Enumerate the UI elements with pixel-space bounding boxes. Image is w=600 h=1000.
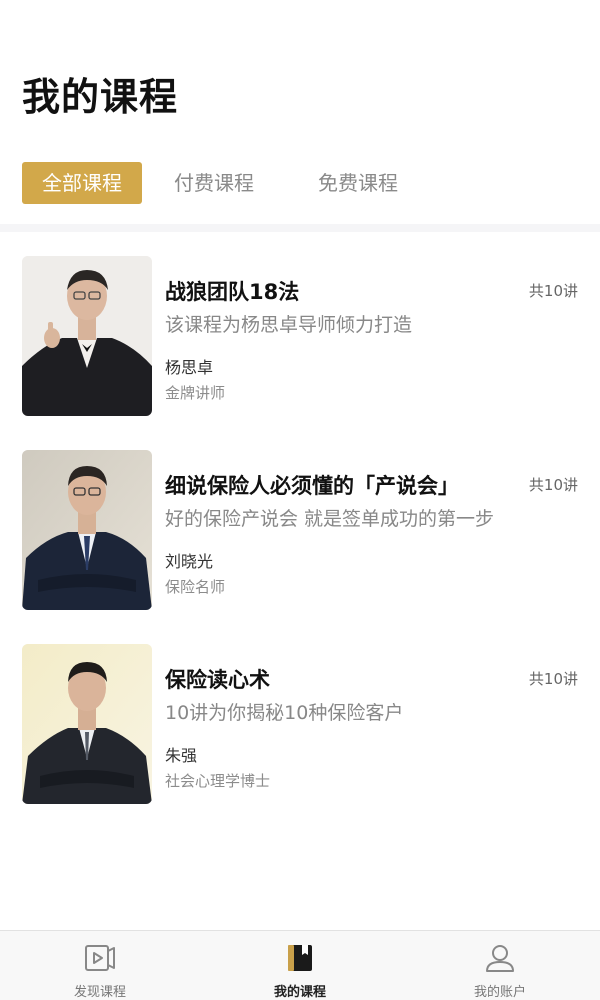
tab-free-courses[interactable]: 免费课程 (298, 162, 418, 204)
teacher-title: 保险名师 (165, 578, 226, 596)
teacher-name: 杨思卓 (165, 358, 214, 377)
course-title: 战狼团队18法 (165, 280, 300, 304)
course-item[interactable]: 战狼团队18法 共10讲 该课程为杨思卓导师倾力打造 杨思卓 金牌讲师 (0, 256, 600, 416)
lesson-count: 共10讲 (528, 282, 578, 300)
course-thumbnail (22, 256, 152, 416)
course-list: 战狼团队18法 共10讲 该课程为杨思卓导师倾力打造 杨思卓 金牌讲师 细说保险… (0, 256, 600, 838)
instructor-portrait (22, 450, 152, 610)
course-title: 保险读心术 (165, 668, 270, 692)
tabbar-my-courses[interactable]: 我的课程 (200, 931, 400, 1000)
video-play-icon (84, 943, 116, 973)
instructor-portrait (22, 256, 152, 416)
tab-all-courses[interactable]: 全部课程 (22, 162, 142, 204)
tabbar-label: 我的账户 (473, 985, 526, 1000)
tabbar-my-account[interactable]: 我的账户 (400, 931, 600, 1000)
tabbar-label: 发现课程 (73, 985, 126, 1000)
course-description: 好的保险产说会 就是签单成功的第一步 (165, 508, 495, 530)
lesson-count: 共10讲 (528, 670, 578, 688)
bottom-tab-bar: 发现课程 我的课程 我的账户 (0, 930, 600, 1000)
user-icon (484, 943, 516, 973)
teacher-title: 社会心理学博士 (165, 772, 271, 790)
lesson-count: 共10讲 (528, 476, 578, 494)
teacher-title: 金牌讲师 (165, 384, 226, 402)
page-title: 我的课程 (22, 75, 179, 119)
tabbar-label: 我的课程 (273, 985, 326, 1000)
course-item[interactable]: 细说保险人必须懂的「产说会」 共10讲 好的保险产说会 就是签单成功的第一步 刘… (0, 450, 600, 610)
course-title: 细说保险人必须懂的「产说会」 (165, 474, 459, 498)
section-divider (0, 224, 600, 232)
course-description: 该课程为杨思卓导师倾力打造 (165, 314, 413, 336)
teacher-name: 朱强 (165, 746, 198, 765)
book-icon (284, 943, 316, 973)
course-thumbnail (22, 450, 152, 610)
teacher-name: 刘晓光 (165, 552, 214, 571)
course-thumbnail (22, 644, 152, 804)
instructor-portrait (22, 644, 152, 804)
tab-paid-courses[interactable]: 付费课程 (154, 162, 274, 204)
tabbar-discover-courses[interactable]: 发现课程 (0, 931, 200, 1000)
course-filter-tabs: 全部课程 付费课程 免费课程 (22, 162, 418, 204)
course-description: 10讲为你揭秘10种保险客户 (165, 702, 404, 724)
course-item[interactable]: 保险读心术 共10讲 10讲为你揭秘10种保险客户 朱强 社会心理学博士 (0, 644, 600, 804)
